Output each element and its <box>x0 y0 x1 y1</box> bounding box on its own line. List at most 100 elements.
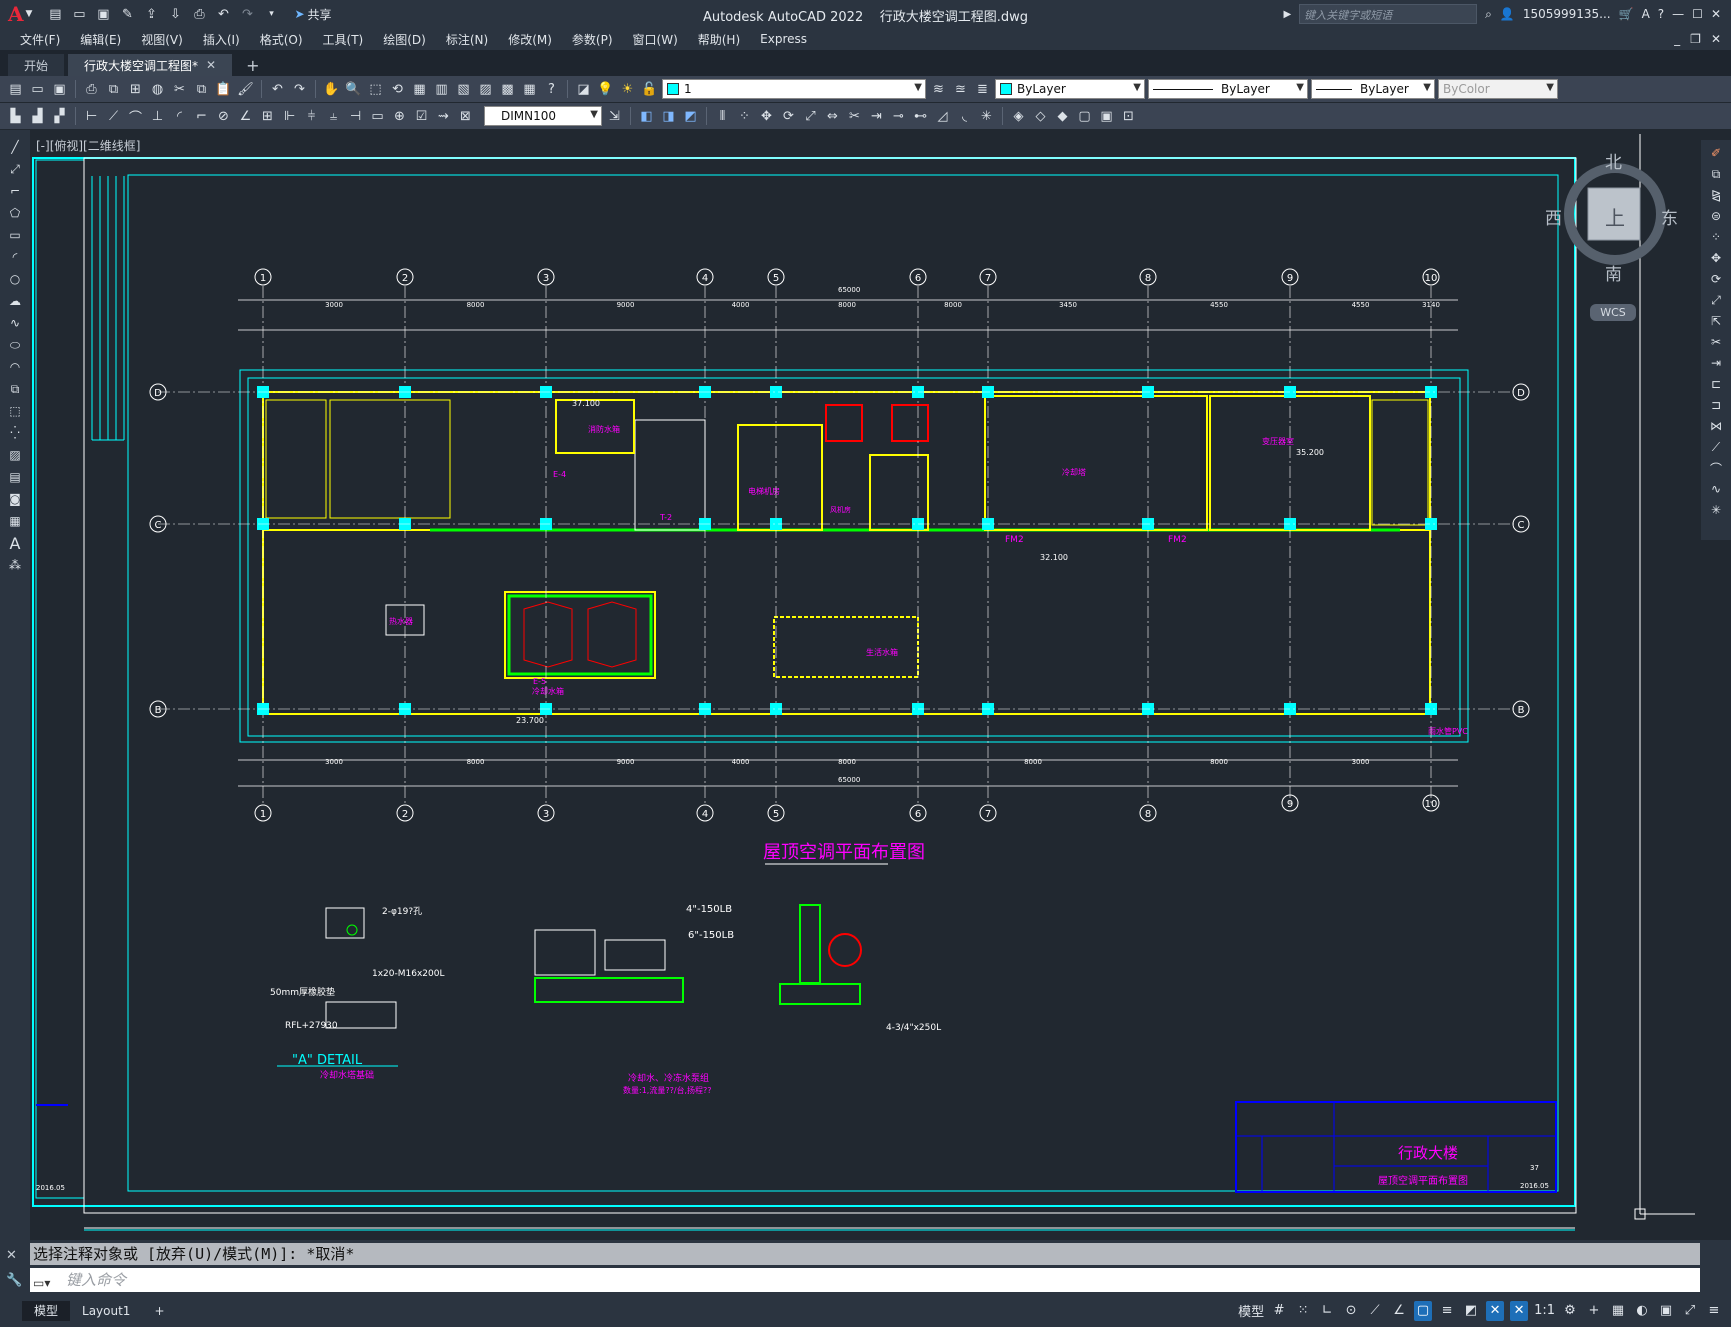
ellipse-icon[interactable]: ⬭ <box>5 336 25 354</box>
layer-dropdown[interactable]: 1 ▼ <box>662 79 926 99</box>
eraser-icon[interactable]: ✐ <box>1706 144 1726 162</box>
copy-icon[interactable]: ⧉ <box>1706 165 1726 183</box>
expand-search-icon[interactable]: ▶ <box>1283 9 1291 20</box>
layer-iso-icon[interactable]: ≣ <box>973 80 992 99</box>
saveas-icon[interactable]: ✎ <box>118 6 136 22</box>
extend-icon[interactable]: ⇥ <box>1706 354 1726 372</box>
hardware-accel-icon[interactable]: ▣ <box>1657 1301 1675 1321</box>
explode-icon[interactable]: ✳ <box>1706 501 1726 519</box>
model-space-button[interactable]: 模型 <box>1238 1301 1264 1321</box>
gradient-icon[interactable]: ▤ <box>5 468 25 486</box>
mtext-icon[interactable]: A <box>5 534 25 553</box>
ellipse-arc-icon[interactable]: ◠ <box>5 358 25 376</box>
minimize-icon[interactable]: — <box>1672 7 1684 21</box>
blend-icon[interactable]: ∿ <box>1706 480 1726 498</box>
erase-icon[interactable]: ◧ <box>637 107 656 126</box>
menu-tools[interactable]: 工具(T) <box>313 31 374 48</box>
dim-update-icon[interactable]: ⇲ <box>605 107 624 126</box>
ordinate-dim-icon[interactable]: ⊥ <box>148 107 167 126</box>
fullscreen-icon[interactable]: ⤢ <box>1681 1301 1699 1321</box>
menu-draw[interactable]: 绘图(D) <box>373 31 436 48</box>
diameter-dim-icon[interactable]: ⊘ <box>214 107 233 126</box>
scale-icon[interactable]: ⤢ <box>801 107 820 126</box>
tab-model[interactable]: 模型 <box>22 1300 71 1321</box>
viewcube[interactable]: 北 南 东 西 上 <box>1545 148 1685 318</box>
zoom-previous-icon[interactable]: ⟲ <box>388 80 407 99</box>
open-web-icon[interactable]: ⇪ <box>142 6 160 22</box>
maximize-icon[interactable]: ☐ <box>1692 7 1703 21</box>
search-input[interactable]: 键入关键字或短语 <box>1299 4 1478 24</box>
break-at-point-icon[interactable]: ⊏ <box>1706 375 1726 393</box>
sheet-set-icon[interactable]: ▨ <box>476 80 495 99</box>
center-mark-icon[interactable]: ⊕ <box>390 107 409 126</box>
auto-scale-icon[interactable]: ✕ <box>1510 1300 1529 1321</box>
array-icon[interactable]: ⁘ <box>1706 228 1726 246</box>
make-current-icon[interactable]: ≋ <box>929 80 948 99</box>
tolerance-icon[interactable]: ▭ <box>368 107 387 126</box>
menu-parametric[interactable]: 参数(P) <box>562 31 623 48</box>
cut-icon[interactable]: ✂ <box>170 80 189 99</box>
arc-length-icon[interactable]: ⌒ <box>126 107 145 126</box>
wcs-menu[interactable]: WCS <box>1590 304 1636 321</box>
add-layout-button[interactable]: + <box>142 1301 176 1321</box>
stretch-icon[interactable]: ⇱ <box>1706 312 1726 330</box>
rotate-icon[interactable]: ⟳ <box>1706 270 1726 288</box>
table-icon[interactable]: ▦ <box>5 512 25 530</box>
chamfer-icon[interactable]: ⟋ <box>1706 438 1726 456</box>
plot-icon[interactable]: ⎙ <box>82 80 101 99</box>
chamfer-icon[interactable]: ◿ <box>933 107 952 126</box>
extend-icon[interactable]: ⇥ <box>867 107 886 126</box>
region-icon[interactable]: ◙ <box>5 490 25 508</box>
user-icon[interactable]: 👤 <box>1500 7 1515 21</box>
mirror-icon[interactable]: ◩ <box>681 107 700 126</box>
polygon-icon[interactable]: ⬠ <box>5 204 25 222</box>
zoom-window-icon[interactable]: ⬚ <box>366 80 385 99</box>
scale-icon[interactable]: ⤢ <box>1706 291 1726 309</box>
construction-line-icon[interactable]: ⤢ <box>5 160 25 178</box>
inspection-icon[interactable]: ☑ <box>412 107 431 126</box>
menu-window[interactable]: 窗口(W) <box>623 31 688 48</box>
plus-icon[interactable]: + <box>1585 1301 1603 1321</box>
dim-break-icon[interactable]: ⊣ <box>346 107 365 126</box>
dim-edit-icon[interactable]: ▟ <box>28 107 47 126</box>
move-icon[interactable]: ✥ <box>757 107 776 126</box>
zoom-realtime-icon[interactable]: 🔍 <box>344 80 363 99</box>
jogged-linear-icon[interactable]: ⇝ <box>434 107 453 126</box>
hatch-icon[interactable]: ▨ <box>5 446 25 464</box>
angular-dim-icon[interactable]: ∠ <box>236 107 255 126</box>
search-icon[interactable]: ⌕ <box>1485 7 1492 22</box>
baseline-dim-icon[interactable]: ⊩ <box>280 107 299 126</box>
copy-icon[interactable]: ⧉ <box>192 80 211 99</box>
drawing-canvas[interactable]: 屋顶空调平面布置图 "A" DETAIL 冷却水塔基础 2-φ19?孔 1x20… <box>30 130 1701 1240</box>
help-icon[interactable]: ? <box>542 80 561 99</box>
viewcube-south[interactable]: 南 <box>1605 260 1622 285</box>
transparency-icon[interactable]: ◩ <box>1462 1301 1480 1321</box>
offset-icon[interactable]: ⊜ <box>1706 207 1726 225</box>
make-block-icon[interactable]: ⬚ <box>5 402 25 420</box>
undo-icon[interactable]: ↶ <box>214 6 232 22</box>
command-customize-icon[interactable]: 🔧 <box>6 1273 22 1288</box>
undo-icon[interactable]: ↶ <box>268 80 287 99</box>
lineweight-icon[interactable]: ≡ <box>1438 1301 1456 1321</box>
command-prompt-icon[interactable]: ▭▾ <box>33 1271 50 1295</box>
plot-preview-icon[interactable]: ⧉ <box>104 80 123 99</box>
settings-icon[interactable]: ⚙ <box>1561 1301 1579 1321</box>
menu-view[interactable]: 视图(V) <box>131 31 193 48</box>
text-edit-icon[interactable]: ▞ <box>50 107 69 126</box>
save-icon[interactable]: ▣ <box>94 6 112 22</box>
menu-file[interactable]: 文件(F) <box>10 31 70 48</box>
group-icon[interactable]: ▢ <box>1075 107 1094 126</box>
save-icon[interactable]: ▣ <box>50 80 69 99</box>
aligned-dim-icon[interactable]: ⟋ <box>104 107 123 126</box>
grid-icon[interactable]: # <box>1270 1301 1288 1321</box>
break-icon[interactable]: ⊐ <box>1706 396 1726 414</box>
osnap-icon[interactable]: ▢ <box>1414 1300 1433 1321</box>
continue-dim-icon[interactable]: ⫩ <box>302 107 321 126</box>
workspace-dropdown-icon[interactable]: ▾ <box>262 6 280 22</box>
linetype-dropdown[interactable]: ByLayer ▼ <box>1148 79 1308 99</box>
block-icon[interactable]: ◈ <box>1009 107 1028 126</box>
font-a-icon[interactable]: A <box>1642 7 1650 21</box>
calculator-icon[interactable]: ▦ <box>520 80 539 99</box>
app-menu-arrow-icon[interactable]: ▼ <box>26 9 33 19</box>
lineweight-dropdown[interactable]: ByLayer ▼ <box>1311 79 1435 99</box>
